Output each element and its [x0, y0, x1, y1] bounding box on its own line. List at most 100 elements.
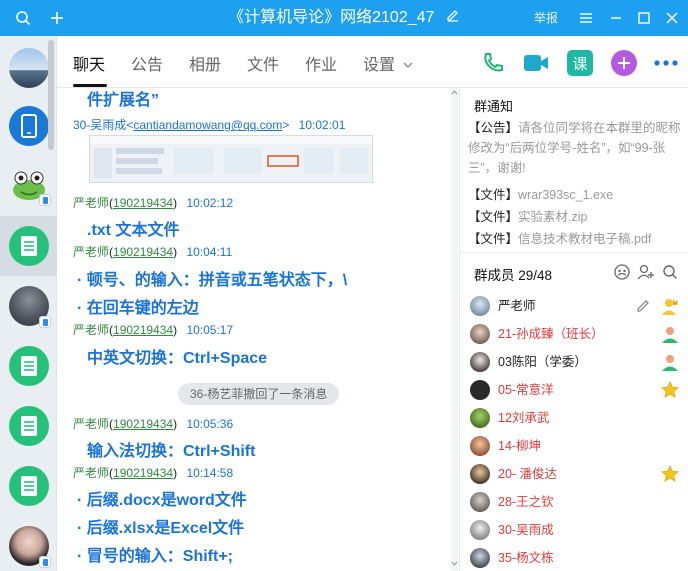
- group-document-avatar[interactable]: [9, 466, 49, 506]
- member-item[interactable]: 12刘承武: [470, 406, 680, 430]
- star-icon: [660, 380, 680, 400]
- menu-icon[interactable]: [574, 0, 598, 36]
- sender-name[interactable]: 严老师: [73, 323, 109, 337]
- group-document-avatar[interactable]: [9, 226, 49, 266]
- search-members-icon[interactable]: [660, 262, 680, 282]
- recall-notice: 36-杨艺菲撤回了一条消息: [178, 383, 340, 405]
- star-icon: [660, 464, 680, 484]
- member-avatar: [470, 380, 490, 400]
- sender-name[interactable]: 严老师: [73, 245, 109, 259]
- user-photo-avatar[interactable]: [9, 286, 51, 328]
- sender-name[interactable]: 30-吴雨成: [73, 118, 126, 132]
- device-avatar[interactable]: [9, 106, 49, 146]
- add-icon[interactable]: [46, 0, 68, 36]
- course-button[interactable]: 课: [567, 50, 593, 76]
- sender-name[interactable]: 严老师: [73, 466, 109, 480]
- message-time: 10:04:11: [186, 245, 233, 259]
- file-name: 实验素材.zip: [518, 210, 588, 224]
- message-time: 10:14:58: [186, 466, 234, 480]
- member-avatar: [470, 408, 490, 428]
- announcement-text[interactable]: 【公告】请各位同学将在本群里的昵称修改为“后两位学号-姓名”，如“99-张三”，…: [468, 118, 682, 178]
- file-list: 【文件】wrar393sc_1.exe 【文件】实验素材.zip 【文件】信息技…: [468, 184, 683, 250]
- message-text: .txt 文本文件: [87, 222, 180, 239]
- member-item[interactable]: 28-王之钦: [470, 490, 680, 514]
- tab-files[interactable]: 文件: [247, 36, 279, 88]
- member-name: 28-王之钦: [498, 495, 554, 509]
- member-item[interactable]: 严老师: [470, 294, 680, 318]
- window-title: 《计算机导论》网络2102_47: [228, 9, 435, 27]
- sender-email-link[interactable]: cantiandamowang@qq.com: [133, 118, 282, 132]
- message-sender: 严老师(190219434) 10:02:12: [73, 196, 234, 210]
- minimize-icon[interactable]: [604, 0, 628, 36]
- member-name: 30-吴雨成: [498, 523, 554, 537]
- member-item[interactable]: 05-常意洋: [470, 378, 680, 402]
- member-item[interactable]: 35-杨文栋: [470, 546, 680, 570]
- frog-avatar[interactable]: [9, 164, 51, 206]
- sender-qq-link[interactable]: 190219434: [113, 196, 173, 210]
- group-document-avatar[interactable]: [9, 346, 49, 386]
- member-avatar: [470, 520, 490, 540]
- panel-divider: [460, 252, 688, 253]
- sender-name[interactable]: 严老师: [73, 196, 109, 210]
- user-photo-avatar[interactable]: [9, 526, 51, 568]
- member-item[interactable]: 20- 潘俊达: [470, 462, 680, 486]
- member-item[interactable]: 30-吴雨成: [470, 518, 680, 542]
- member-item[interactable]: 21-孙成臻（班长）: [470, 322, 680, 346]
- member-item[interactable]: 03陈阳（学委）: [470, 350, 680, 374]
- tab-album[interactable]: 相册: [189, 36, 221, 88]
- member-name: 12刘承武: [498, 411, 550, 425]
- file-item[interactable]: 【文件】wrar393sc_1.exe: [468, 184, 683, 206]
- message-time: 10:02:12: [186, 196, 234, 210]
- file-name: wrar393sc_1.exe: [518, 188, 614, 202]
- member-name: 严老师: [498, 299, 536, 313]
- tab-announcement[interactable]: 公告: [131, 36, 163, 88]
- edit-title-icon[interactable]: [445, 0, 460, 36]
- more-apps-plus-icon[interactable]: [611, 50, 637, 76]
- message-time: 10:05:17: [186, 323, 234, 337]
- sender-qq-link[interactable]: 190219434: [113, 466, 173, 480]
- sender-name[interactable]: 严老师: [73, 417, 109, 431]
- dock-scrollbar[interactable]: [48, 40, 54, 150]
- search-icon[interactable]: [12, 0, 34, 36]
- mobile-badge-icon: [39, 556, 51, 568]
- more-options-icon[interactable]: [653, 50, 679, 76]
- video-call-icon[interactable]: [523, 50, 549, 76]
- sender-qq-link[interactable]: 190219434: [113, 245, 173, 259]
- tab-chat[interactable]: 聊天: [73, 36, 105, 88]
- message-text: · 冒号的输入：Shift+;: [77, 548, 233, 565]
- member-avatar: [470, 492, 490, 512]
- chevron-down-icon: [403, 36, 413, 96]
- report-button[interactable]: 举报: [534, 0, 558, 36]
- sender-qq-link[interactable]: 190219434: [113, 417, 173, 431]
- member-name: 35-杨文栋: [498, 551, 554, 565]
- tab-settings[interactable]: 设置: [363, 36, 413, 88]
- member-settings-icon[interactable]: [612, 262, 632, 282]
- group-document-avatar[interactable]: [9, 406, 49, 446]
- member-item[interactable]: 14-柳坤: [470, 434, 680, 458]
- message-text: · 在回车键的左边: [77, 300, 199, 317]
- maximize-icon[interactable]: [632, 0, 656, 36]
- member-name: 20- 潘俊达: [498, 467, 558, 481]
- file-item[interactable]: 【文件】信息技术教材电子稿.pdf: [468, 228, 683, 250]
- member-name: 21-孙成臻（班长）: [498, 327, 604, 341]
- sender-qq-link[interactable]: 190219434: [113, 323, 173, 337]
- phone-call-icon[interactable]: [480, 50, 506, 76]
- message-sender: 严老师(190219434) 10:05:36: [73, 417, 234, 431]
- group-owner-icon: [660, 296, 680, 316]
- screenshot-image[interactable]: [89, 135, 373, 183]
- member-count-title: 群成员 29/48: [474, 268, 553, 283]
- tab-homework[interactable]: 作业: [305, 36, 337, 88]
- add-member-icon[interactable]: [636, 262, 656, 282]
- message-sender: 30-吴雨成<cantiandamowang@qq.com> 10:02:01: [73, 118, 346, 132]
- edit-icon[interactable]: [634, 296, 654, 316]
- mobile-badge-icon: [39, 194, 51, 206]
- notice-title: 群通知: [474, 99, 514, 114]
- conversation-avatar[interactable]: [9, 48, 49, 88]
- group-info-panel: 群通知 【公告】请各位同学将在本群里的昵称修改为“后两位学号-姓名”，如“99-…: [459, 88, 688, 571]
- file-tag: 【文件】: [468, 210, 519, 224]
- chat-message-area[interactable]: 件扩展名” 30-吴雨成<cantiandamowang@qq.com> 10:…: [57, 88, 459, 571]
- message-sender: 严老师(190219434) 10:05:17: [73, 323, 234, 337]
- file-item[interactable]: 【文件】实验素材.zip: [468, 206, 683, 228]
- chat-scrollbar[interactable]: [451, 88, 458, 571]
- close-icon[interactable]: [660, 0, 684, 36]
